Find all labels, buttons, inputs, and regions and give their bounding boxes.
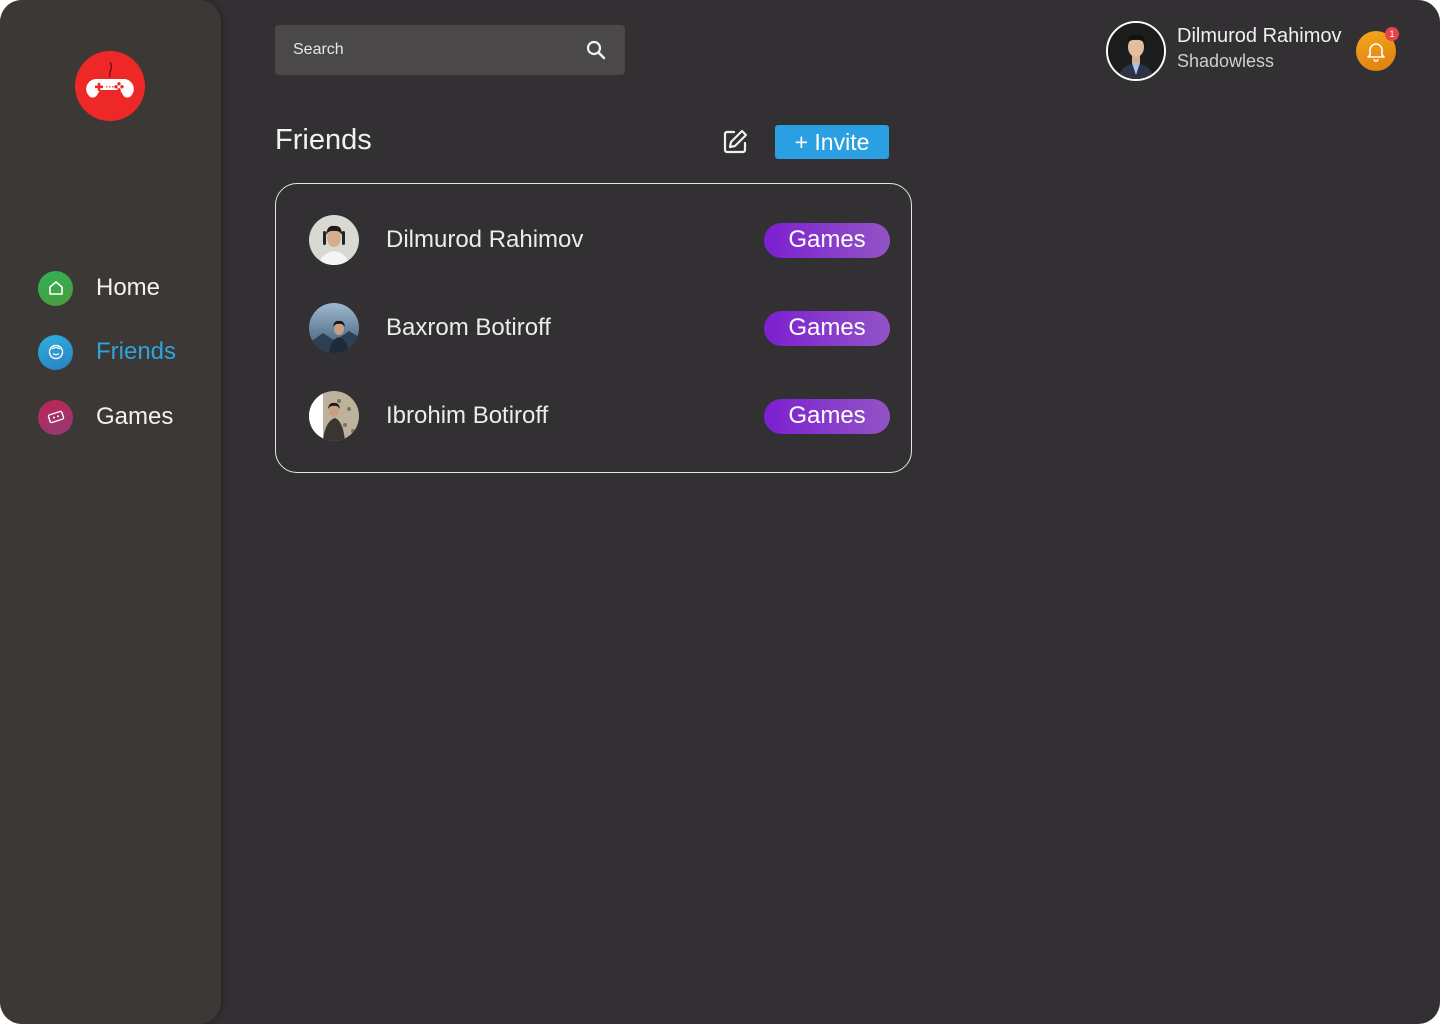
- avatar: [309, 215, 359, 265]
- avatar: [309, 391, 359, 441]
- invite-button[interactable]: + Invite: [775, 125, 889, 159]
- smile-icon: [38, 334, 73, 370]
- user-handle: Shadowless: [1177, 51, 1275, 71]
- games-button[interactable]: Games: [764, 398, 890, 434]
- gamepad-icon: [86, 61, 134, 98]
- sidebar-item-label: Games: [96, 403, 174, 430]
- sidebar-item-label: Home: [96, 274, 161, 301]
- list-item[interactable]: Baxrom Botiroff Games: [309, 302, 890, 354]
- notification-badge: 1: [1385, 27, 1399, 41]
- avatar: [309, 303, 359, 353]
- list-item[interactable]: Dilmurod Rahimov Games: [309, 214, 890, 266]
- friend-name: Ibrohim Botiroff: [386, 402, 549, 429]
- search-icon[interactable]: [585, 39, 607, 61]
- friend-name: Dilmurod Rahimov: [386, 226, 584, 253]
- bell-icon: [1367, 43, 1385, 62]
- logo[interactable]: [75, 51, 145, 121]
- sidebar-item-label: Friends: [96, 338, 177, 365]
- games-button[interactable]: Games: [764, 310, 890, 346]
- games-button[interactable]: Games: [764, 222, 890, 258]
- sidebar-item-games[interactable]: Games: [38, 399, 173, 435]
- search-bar: [275, 25, 625, 75]
- sidebar-item-friends[interactable]: Friends: [38, 334, 176, 370]
- home-icon: [38, 270, 73, 306]
- search-input[interactable]: [293, 41, 573, 59]
- app-window: Home Friends Games Search Dilmurod Rahim…: [0, 0, 1440, 1024]
- edit-icon[interactable]: [720, 127, 750, 157]
- sidebar: Home Friends Games: [0, 0, 221, 1024]
- friends-list: Dilmurod Rahimov Games Baxrom Botiroff G…: [275, 183, 912, 473]
- user-name: Dilmurod Rahimov: [1177, 25, 1342, 47]
- page-title: Friends: [275, 124, 372, 156]
- ticket-icon: [38, 399, 73, 435]
- avatar[interactable]: [1106, 21, 1166, 81]
- friend-name: Baxrom Botiroff: [386, 314, 551, 341]
- sidebar-item-home[interactable]: Home: [38, 270, 160, 306]
- list-item[interactable]: Ibrohim Botiroff Games: [309, 390, 890, 442]
